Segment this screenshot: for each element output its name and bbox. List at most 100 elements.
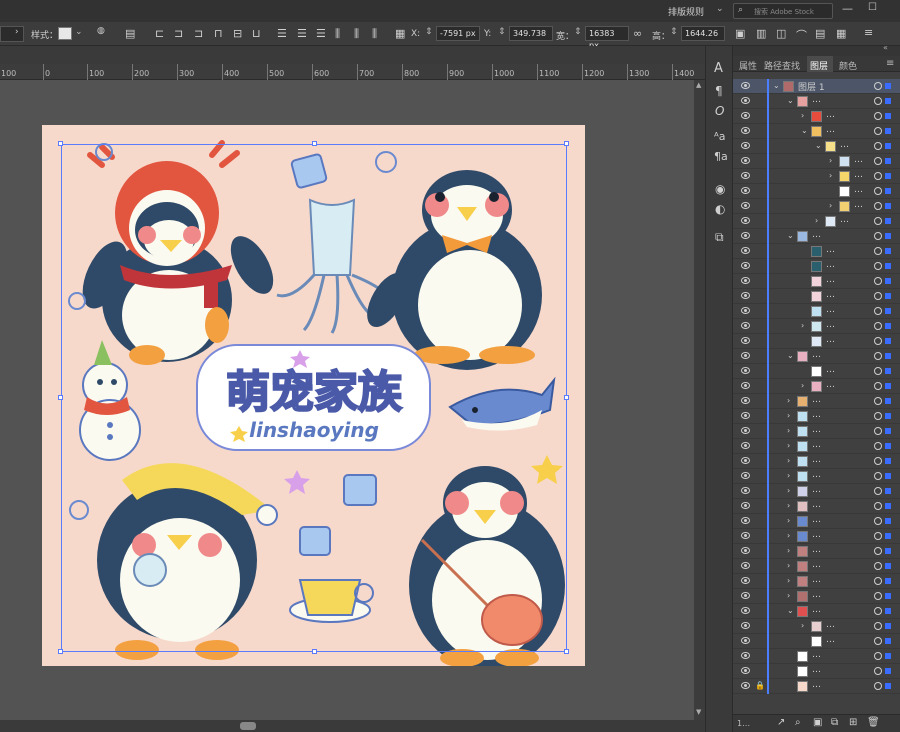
selection-indicator[interactable] — [885, 563, 891, 569]
layer-row[interactable]: … — [733, 334, 900, 349]
chevron-right-icon[interactable]: › — [815, 216, 818, 225]
layer-name[interactable]: … — [812, 545, 821, 555]
visibility-eye-icon[interactable] — [741, 247, 750, 254]
layer-name[interactable]: … — [812, 560, 821, 570]
selection-indicator[interactable] — [885, 458, 891, 464]
target-icon[interactable] — [874, 487, 882, 495]
visibility-eye-icon[interactable] — [741, 577, 750, 584]
layer-row[interactable]: ›… — [733, 454, 900, 469]
target-icon[interactable] — [874, 202, 882, 210]
chevron-down-icon[interactable]: ⌄ — [773, 81, 780, 90]
target-icon[interactable] — [874, 367, 882, 375]
panel-menu-icon[interactable]: ≡ — [886, 58, 894, 69]
target-icon[interactable] — [874, 547, 882, 555]
selection-indicator[interactable] — [885, 203, 891, 209]
layer-name[interactable]: … — [812, 470, 821, 480]
panel-menu-icon[interactable]: ≡ — [864, 26, 873, 39]
layer-row[interactable]: ⌄… — [733, 124, 900, 139]
layer-row[interactable]: ⌄… — [733, 229, 900, 244]
new-sublayer-icon[interactable]: ⧉ — [831, 717, 838, 728]
selection-indicator[interactable] — [885, 608, 891, 614]
layer-name[interactable]: … — [812, 410, 821, 420]
scroll-up-icon[interactable]: ▲ — [696, 81, 701, 89]
visibility-eye-icon[interactable] — [741, 457, 750, 464]
target-icon[interactable] — [874, 472, 882, 480]
transform-icon[interactable]: ⧉ — [715, 230, 724, 245]
target-icon[interactable] — [874, 277, 882, 285]
selection-indicator[interactable] — [885, 353, 891, 359]
target-icon[interactable] — [874, 637, 882, 645]
target-icon[interactable] — [874, 457, 882, 465]
distribute-left-icon[interactable]: ⫼ — [335, 27, 340, 41]
selection-indicator[interactable] — [885, 218, 891, 224]
layer-row[interactable]: … — [733, 274, 900, 289]
layer-row[interactable]: … — [733, 259, 900, 274]
selection-indicator[interactable] — [885, 638, 891, 644]
visibility-eye-icon[interactable] — [741, 112, 750, 119]
selection-indicator[interactable] — [885, 83, 891, 89]
layer-row[interactable]: ⌄… — [733, 139, 900, 154]
layer-row[interactable]: ›… — [733, 484, 900, 499]
layer-name[interactable]: … — [826, 110, 835, 120]
visibility-eye-icon[interactable] — [741, 637, 750, 644]
chevron-right-icon[interactable]: › — [787, 591, 790, 600]
layer-row[interactable]: ⌄… — [733, 604, 900, 619]
restore-icon[interactable]: ☐ — [868, 2, 877, 13]
transform-menu-icon[interactable]: ▣ — [735, 27, 745, 40]
target-icon[interactable] — [874, 592, 882, 600]
recolor-icon[interactable]: ◍ — [97, 26, 105, 36]
chevron-down-icon[interactable]: ⌄ — [801, 126, 808, 135]
visibility-eye-icon[interactable] — [741, 157, 750, 164]
selection-indicator[interactable] — [885, 443, 891, 449]
chevron-down-icon[interactable]: ⌄ — [716, 4, 724, 14]
layer-name[interactable]: … — [840, 215, 849, 225]
selection-indicator[interactable] — [885, 278, 891, 284]
align-left-icon[interactable]: ⊏ — [155, 27, 164, 40]
visibility-eye-icon[interactable] — [741, 517, 750, 524]
selection-indicator[interactable] — [885, 233, 891, 239]
chevron-right-icon[interactable]: › — [787, 546, 790, 555]
target-icon[interactable] — [874, 172, 882, 180]
target-icon[interactable] — [874, 577, 882, 585]
target-icon[interactable] — [874, 112, 882, 120]
layer-name[interactable]: … — [812, 530, 821, 540]
paragraph-icon[interactable]: ¶ — [715, 84, 723, 98]
width-field[interactable]: 16383 px — [585, 26, 629, 50]
layer-name[interactable]: … — [826, 260, 835, 270]
layer-row[interactable]: ›… — [733, 574, 900, 589]
selection-indicator[interactable] — [885, 263, 891, 269]
visibility-eye-icon[interactable] — [741, 367, 750, 374]
layer-name[interactable]: … — [826, 335, 835, 345]
selection-indicator[interactable] — [885, 188, 891, 194]
selection-indicator[interactable] — [885, 143, 891, 149]
target-icon[interactable] — [874, 562, 882, 570]
chevron-right-icon[interactable]: › — [787, 441, 790, 450]
graphic-styles-icon[interactable]: ◐ — [715, 202, 725, 216]
chevron-down-icon[interactable]: ⌄ — [815, 141, 822, 150]
target-icon[interactable] — [874, 652, 882, 660]
layer-row[interactable]: ›… — [733, 319, 900, 334]
target-icon[interactable] — [874, 502, 882, 510]
visibility-eye-icon[interactable] — [741, 337, 750, 344]
layer-name[interactable]: … — [854, 185, 863, 195]
layer-name[interactable]: … — [812, 95, 821, 105]
layer-row[interactable]: … — [733, 664, 900, 679]
vertical-scrollbar[interactable]: ▲ ▼ — [694, 80, 705, 720]
selection-indicator[interactable] — [885, 173, 891, 179]
grid-icon[interactable]: ▦ — [836, 27, 846, 40]
resize-handle[interactable] — [58, 649, 63, 654]
target-icon[interactable] — [874, 667, 882, 675]
visibility-eye-icon[interactable] — [741, 487, 750, 494]
distribute-vcenter-icon[interactable]: ☰ — [297, 27, 307, 40]
layer-name[interactable]: … — [826, 275, 835, 285]
resize-handle[interactable] — [564, 395, 569, 400]
layer-name[interactable]: … — [812, 590, 821, 600]
tab-pathfinder[interactable]: 路径查找 — [764, 59, 800, 72]
selection-indicator[interactable] — [885, 488, 891, 494]
search-icon[interactable]: ⌕ — [795, 717, 801, 728]
layer-name[interactable]: … — [854, 170, 863, 180]
selection-bounding-box[interactable] — [61, 144, 567, 652]
layer-name[interactable]: … — [854, 155, 863, 165]
visibility-eye-icon[interactable] — [741, 682, 750, 689]
x-field[interactable]: -7591 px — [436, 26, 480, 41]
